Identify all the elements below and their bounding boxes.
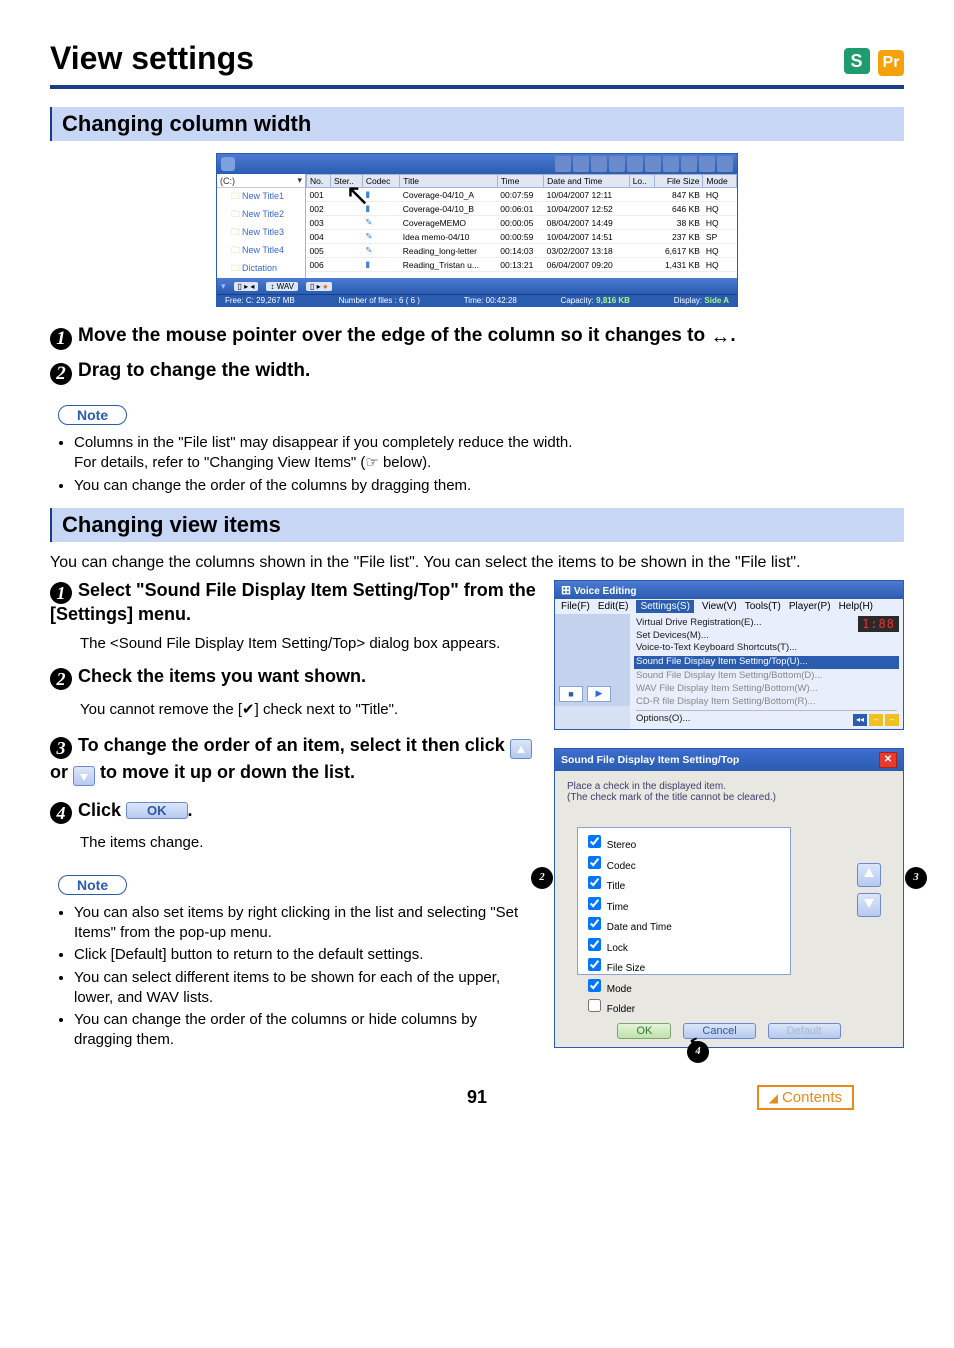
check-stereo[interactable] (588, 835, 601, 848)
dialog-intro: Place a check in the displayed item. (Th… (567, 781, 891, 803)
step-b1-sub: The <Sound File Display Item Setting/Top… (80, 635, 536, 652)
notes-list: Columns in the "File list" may disappear… (58, 433, 904, 496)
table-row: 001▮Coverage-04/10_A00:07:5910/04/2007 1… (307, 188, 737, 202)
callout-3: 3 (905, 867, 927, 889)
toolbar-icon (591, 156, 607, 172)
step-b1: 1Select "Sound File Display Item Setting… (50, 580, 536, 625)
step-b2: 2Check the items you want shown. (50, 666, 536, 690)
toolbar-icon (555, 156, 571, 172)
contents-button[interactable]: ◢Contents (757, 1085, 854, 1110)
notes-list-b: You can also set items by right clicking… (58, 903, 536, 1051)
move-up-button-inline (510, 739, 532, 759)
page-title: View settings (50, 40, 904, 77)
ok-button-inline: OK (126, 802, 188, 819)
toolbar-icon (663, 156, 679, 172)
tab-button: ▯ ▸ ◂ (234, 282, 259, 291)
rewind-icon: ◂◂ (853, 714, 867, 726)
toolbar-icon (573, 156, 589, 172)
folder-item: 🗀New Title3 (217, 224, 305, 242)
check-mode[interactable] (588, 979, 601, 992)
check-codec[interactable] (588, 856, 601, 869)
toolbar-icon (681, 156, 697, 172)
stop-icon: ■ (559, 686, 583, 702)
triangle-icon: ◢ (769, 1091, 778, 1105)
step-b4: 4Click OK. (50, 800, 536, 824)
section-intro: You can change the columns shown in the … (50, 554, 904, 572)
menu-bar: File(F)Edit(E)Settings(S)View(V)Tools(T)… (555, 599, 903, 614)
folder-item: 🗀New Title1 (217, 188, 305, 206)
display-item-dialog: 2 3 Sound File Display Item Setting/Top … (554, 748, 904, 1048)
ok-button[interactable]: OK (617, 1023, 671, 1039)
section-changing-column-width: Changing column width (50, 107, 904, 141)
close-icon[interactable]: ✕ (879, 752, 897, 768)
forward-icon: – (885, 714, 899, 726)
step-1: 1Move the mouse pointer over the edge of… (50, 325, 904, 350)
search-icon (221, 157, 235, 171)
voice-editing-window: ⊞ Voice Editing File(F)Edit(E)Settings(S… (554, 580, 904, 731)
move-down-button[interactable] (857, 893, 881, 917)
settings-dropdown: 1:88 Virtual Drive Registration(E)... Se… (630, 614, 903, 730)
toolbar-icon (609, 156, 625, 172)
resize-cursor-icon: ↔ (710, 326, 730, 348)
counter-display: 1:88 (858, 616, 899, 632)
step-b4-sub: The items change. (80, 834, 536, 851)
table-row: 003✎CoverageMEMO00:00:0508/04/2007 14:49… (307, 216, 737, 230)
step-2: 2Drag to change the width. (50, 360, 904, 385)
toolbar-icon (645, 156, 661, 172)
folder-item: 🗀Dictation (217, 260, 305, 278)
check-filesize[interactable] (588, 958, 601, 971)
toolbar-icon (717, 156, 733, 172)
table-row: 002▮Coverage-04/10_B00:06:0110/04/2007 1… (307, 202, 737, 216)
badges: S Pr (844, 48, 904, 76)
check-lock[interactable] (588, 938, 601, 951)
move-down-button-inline (73, 766, 95, 786)
note-label: Note (58, 405, 127, 425)
badge-pr: Pr (878, 50, 904, 76)
section-changing-view-items: Changing view items (50, 508, 904, 542)
move-up-button[interactable] (857, 863, 881, 887)
table-row: 004✎Idea memo-04/1000:00:5910/04/2007 14… (307, 230, 737, 244)
pause-icon: – (869, 714, 883, 726)
step-b3: 3To change the order of an item, select … (50, 732, 536, 786)
file-table: No.Ster..CodecTitleTimeDate and TimeLo..… (306, 174, 737, 272)
drive-selector: (C:)▾ (217, 174, 305, 188)
badge-s: S (844, 48, 870, 74)
folder-item: 🗀New Title4 (217, 242, 305, 260)
check-time[interactable] (588, 897, 601, 910)
file-list-screenshot: (C:)▾ 🗀New Title1 🗀New Title2 🗀New Title… (216, 153, 738, 307)
check-title[interactable] (588, 876, 601, 889)
check-folder[interactable] (588, 999, 601, 1012)
tab-button-wav: ↕ WAV (266, 282, 298, 291)
step-b2-sub: You cannot remove the [✔] check next to … (80, 700, 536, 718)
check-date[interactable] (588, 917, 601, 930)
toolbar-icon (627, 156, 643, 172)
ve-player-panel: ■▶ (555, 614, 630, 706)
default-button[interactable]: Default (768, 1023, 841, 1039)
folder-item: 🗀New Title2 (217, 206, 305, 224)
table-row: 005✎Reading_long-letter00:14:0303/02/200… (307, 244, 737, 258)
menu-item-selected: Sound File Display Item Setting/Top(U)..… (634, 656, 899, 669)
item-checklist[interactable]: Stereo Codec Title Time Date and Time Lo… (577, 827, 791, 975)
play-icon: ▶ (587, 686, 611, 702)
note-label: Note (58, 875, 127, 895)
callout-2: 2 (531, 867, 553, 889)
status-bar: Free: C: 29,267 MB Number of files : 6 (… (217, 294, 737, 306)
tab-button: ▯ ▸ ● (306, 282, 332, 291)
callout-4: 4 (687, 1041, 709, 1063)
toolbar-icon (699, 156, 715, 172)
table-row: 006▮Reading_Tristan u...00:13:2106/04/20… (307, 258, 737, 272)
